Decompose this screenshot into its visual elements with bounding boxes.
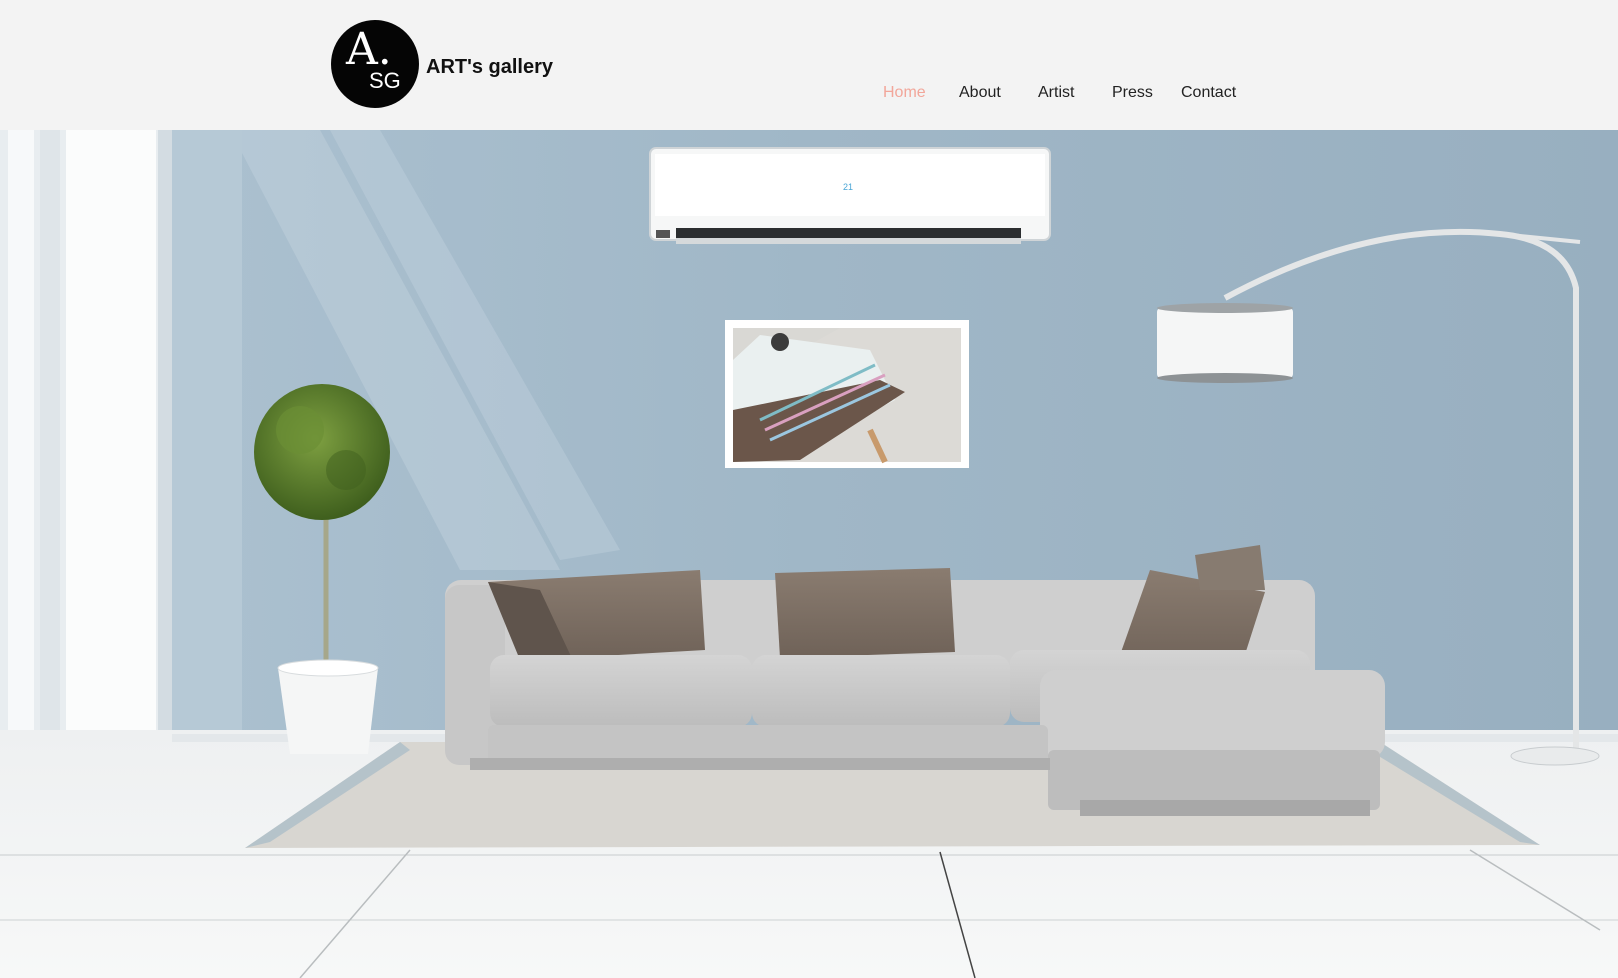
ac-display: 21 [843, 182, 853, 192]
logo[interactable]: A. SG [331, 20, 419, 108]
nav-contact[interactable]: Contact [1181, 84, 1236, 102]
nav-about[interactable]: About [959, 84, 1001, 102]
window-mullion [40, 130, 60, 810]
site-title[interactable]: ART's gallery [426, 56, 553, 79]
window-glass [66, 130, 156, 760]
site-header: A. SG ART's gallery Home About Artist Pr… [0, 0, 1618, 130]
nav-press[interactable]: Press [1112, 84, 1153, 102]
nav-home[interactable]: Home [883, 84, 926, 102]
logo-subtext: SG [369, 68, 401, 93]
logo-letter: A. [346, 24, 392, 75]
nav-artist[interactable]: Artist [1038, 84, 1074, 102]
window-glass [8, 130, 34, 780]
wall-corner [172, 130, 242, 750]
hero-image: 21 [0, 130, 1618, 978]
wall-picture [725, 320, 969, 468]
window-mullion [158, 130, 172, 770]
air-conditioner: 21 [649, 147, 1051, 244]
